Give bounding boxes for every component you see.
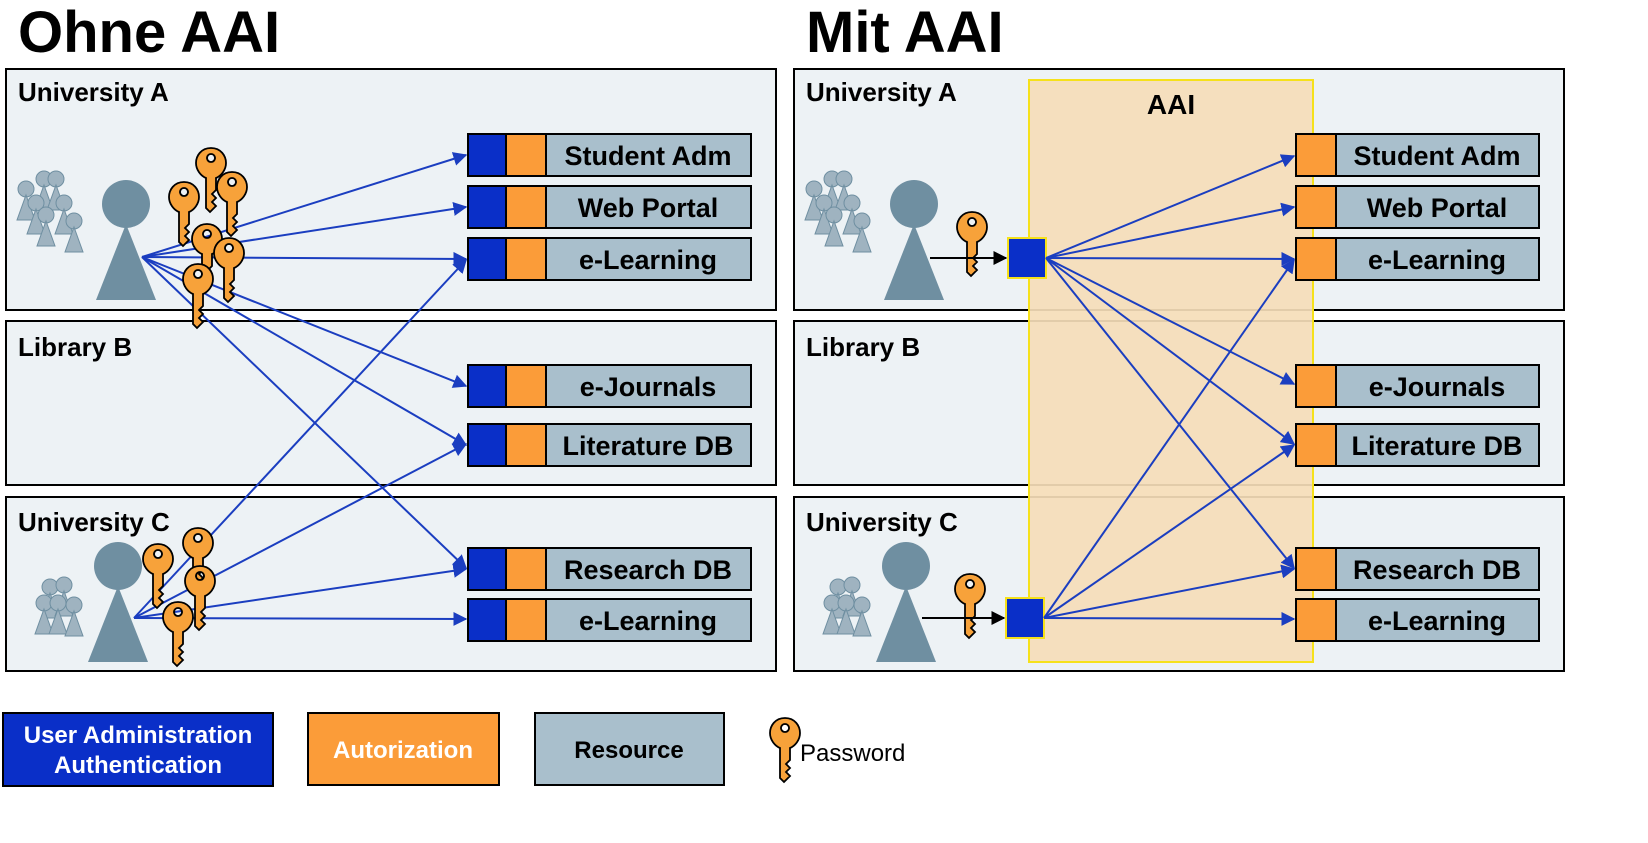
legend: User Administration Authentication Autor… <box>2 712 905 787</box>
resource-label: Student Adm <box>565 141 732 171</box>
zone-label-library-b: Library B <box>806 332 920 362</box>
resource-research-db: Research DB <box>1295 547 1540 591</box>
zone-label-university-c: University C <box>18 507 170 537</box>
resource-label: e-Learning <box>1368 606 1506 636</box>
resource-label: Web Portal <box>578 193 719 223</box>
resource-label: e-Journals <box>1369 372 1506 402</box>
resource-label: e-Learning <box>579 606 717 636</box>
legend-label-password: Password <box>800 740 905 767</box>
legend-label-authorization: Autorization <box>333 737 473 764</box>
resource-label: Literature DB <box>1351 431 1522 461</box>
legend-user-administration: User Administration Authentication <box>2 712 274 787</box>
legend-resource: Resource <box>534 712 725 786</box>
zone-label-library-b: Library B <box>18 332 132 362</box>
legend-authorization: Autorization <box>307 712 500 786</box>
resource-student-adm: Student Adm <box>1295 133 1540 177</box>
right-panel: AAI University A Library B University C <box>793 68 1565 672</box>
resource-e-learning-a: e-Learning <box>467 237 752 281</box>
aai-label: AAI <box>1147 89 1195 120</box>
legend-label-authentication: Authentication <box>54 752 222 779</box>
resource-e-learning-c: e-Learning <box>1295 598 1540 642</box>
resource-literature-db: Literature DB <box>467 423 752 467</box>
resource-e-journals: e-Journals <box>1295 364 1540 408</box>
title-with-aai: Mit AAI <box>806 0 1004 65</box>
resource-label: Literature DB <box>562 431 733 461</box>
zone-label-university-a: University A <box>806 77 957 107</box>
resource-e-learning-a: e-Learning <box>1295 237 1540 281</box>
resource-label: e-Learning <box>1368 245 1506 275</box>
identity-provider-a <box>1007 237 1047 279</box>
resource-label: Web Portal <box>1367 193 1508 223</box>
legend-password: Password <box>769 717 905 783</box>
resource-web-portal: Web Portal <box>467 185 752 229</box>
legend-label-resource: Resource <box>574 737 683 764</box>
resource-e-learning-c: e-Learning <box>467 598 752 642</box>
identity-provider-c <box>1005 597 1045 639</box>
password-key-icon <box>769 717 801 783</box>
resource-literature-db: Literature DB <box>1295 423 1540 467</box>
resource-label: Research DB <box>1353 555 1521 585</box>
zone-label-university-a: University A <box>18 77 169 107</box>
left-panel: University A Library B University C Stud… <box>5 68 777 672</box>
resource-e-journals: e-Journals <box>467 364 752 408</box>
resource-student-adm: Student Adm <box>467 133 752 177</box>
resource-label: Research DB <box>564 555 732 585</box>
title-without-aai: Ohne AAI <box>18 0 280 65</box>
resource-web-portal: Web Portal <box>1295 185 1540 229</box>
legend-label-user-administration: User Administration <box>24 722 252 749</box>
aai-comparison-diagram: Ohne AAI Mit AAI University A Library B … <box>2 0 1565 787</box>
resource-research-db: Research DB <box>467 547 752 591</box>
resource-label: e-Learning <box>579 245 717 275</box>
resource-label: Student Adm <box>1354 141 1521 171</box>
zone-label-university-c: University C <box>806 507 958 537</box>
resource-label: e-Journals <box>580 372 717 402</box>
